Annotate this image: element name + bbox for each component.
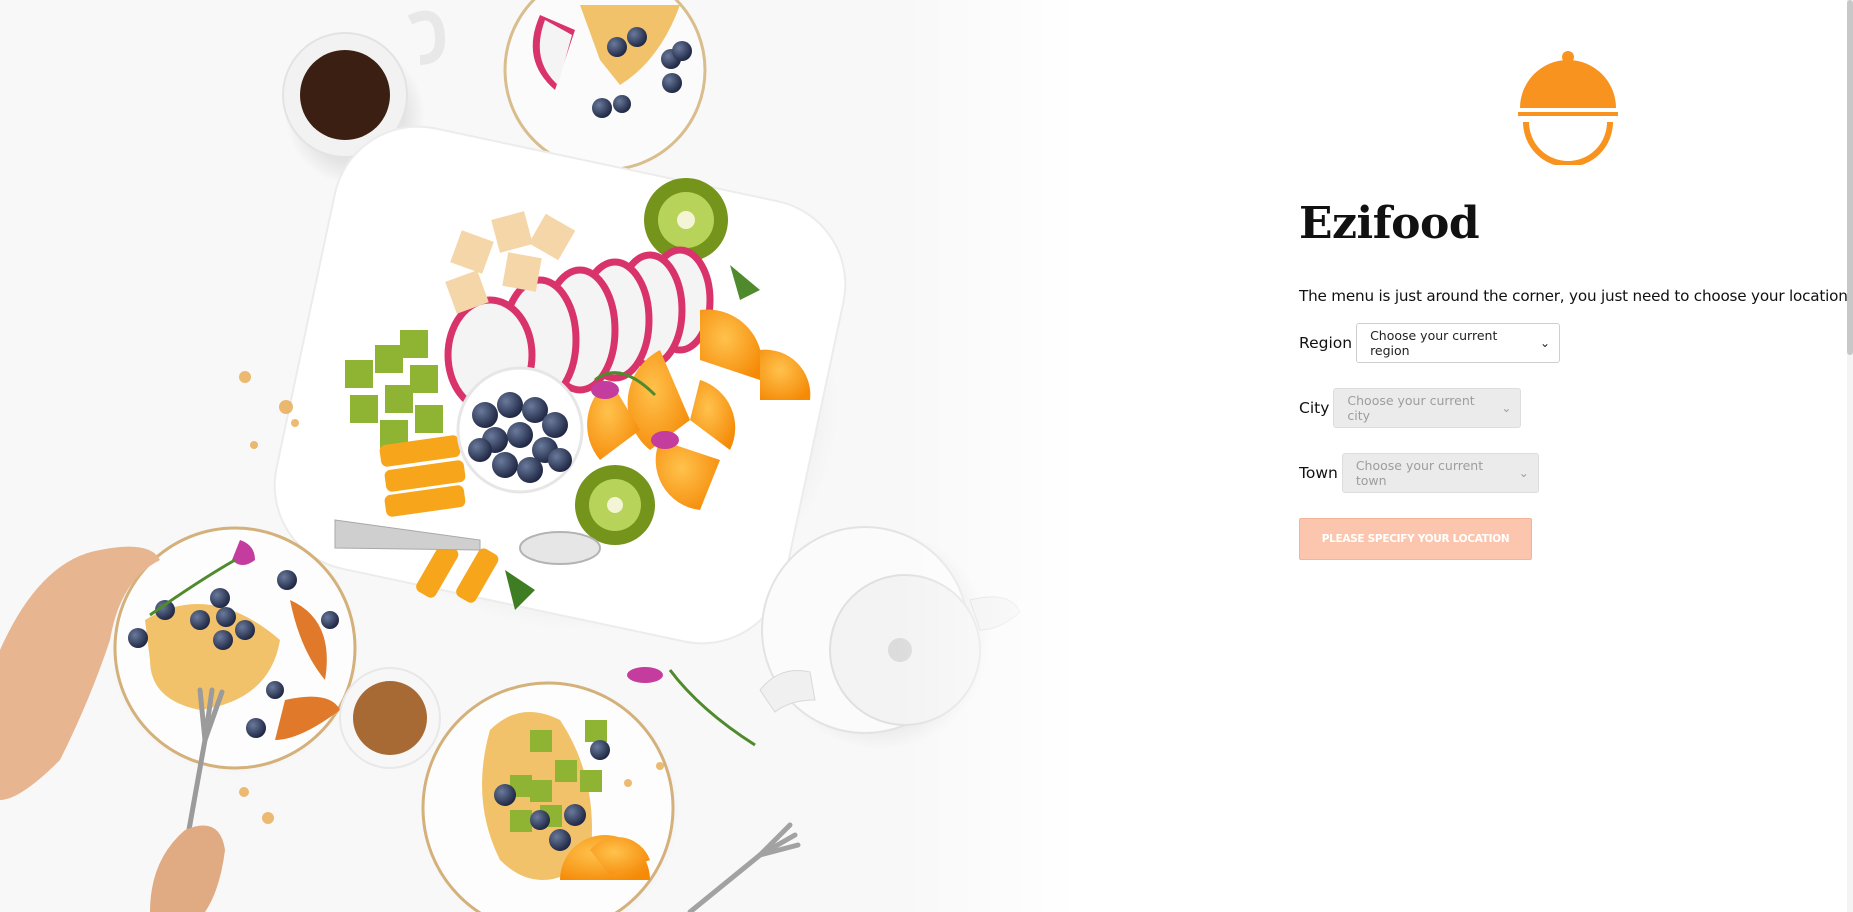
town-row: Town Choose your current town ⌄ [1299,453,1539,493]
region-select[interactable]: Choose your current region ⌄ [1356,323,1561,363]
page-scrollbar[interactable] [1847,0,1853,912]
chevron-down-icon: ⌄ [1501,401,1512,415]
intro-text: The menu is just around the corner, you … [1299,287,1853,305]
scrollbar-thumb[interactable] [1847,0,1853,355]
breakfast-table-photo [0,0,1080,912]
chevron-down-icon: ⌄ [1540,336,1551,350]
city-row: City Choose your current city ⌄ [1299,388,1522,428]
location-panel: Ezifood The menu is just around the corn… [1299,0,1853,912]
city-label: City [1299,399,1330,417]
region-row: Region Choose your current region ⌄ [1299,323,1561,363]
region-select-value: Choose your current region [1370,328,1498,358]
cloche-icon [1518,51,1618,165]
town-select-value: Choose your current town [1355,458,1484,488]
city-select-value: Choose your current city [1347,393,1475,423]
specify-location-button[interactable]: PLEASE SPECIFY YOUR LOCATION [1299,518,1532,560]
hero-photo [0,0,1080,912]
town-select[interactable]: Choose your current town ⌄ [1341,453,1539,493]
chevron-down-icon: ⌄ [1518,466,1529,480]
region-label: Region [1299,334,1353,352]
city-select[interactable]: Choose your current city ⌄ [1333,388,1522,428]
town-label: Town [1299,464,1338,482]
brand-title: Ezifood [1299,198,1480,249]
coffee-cup [339,667,441,769]
